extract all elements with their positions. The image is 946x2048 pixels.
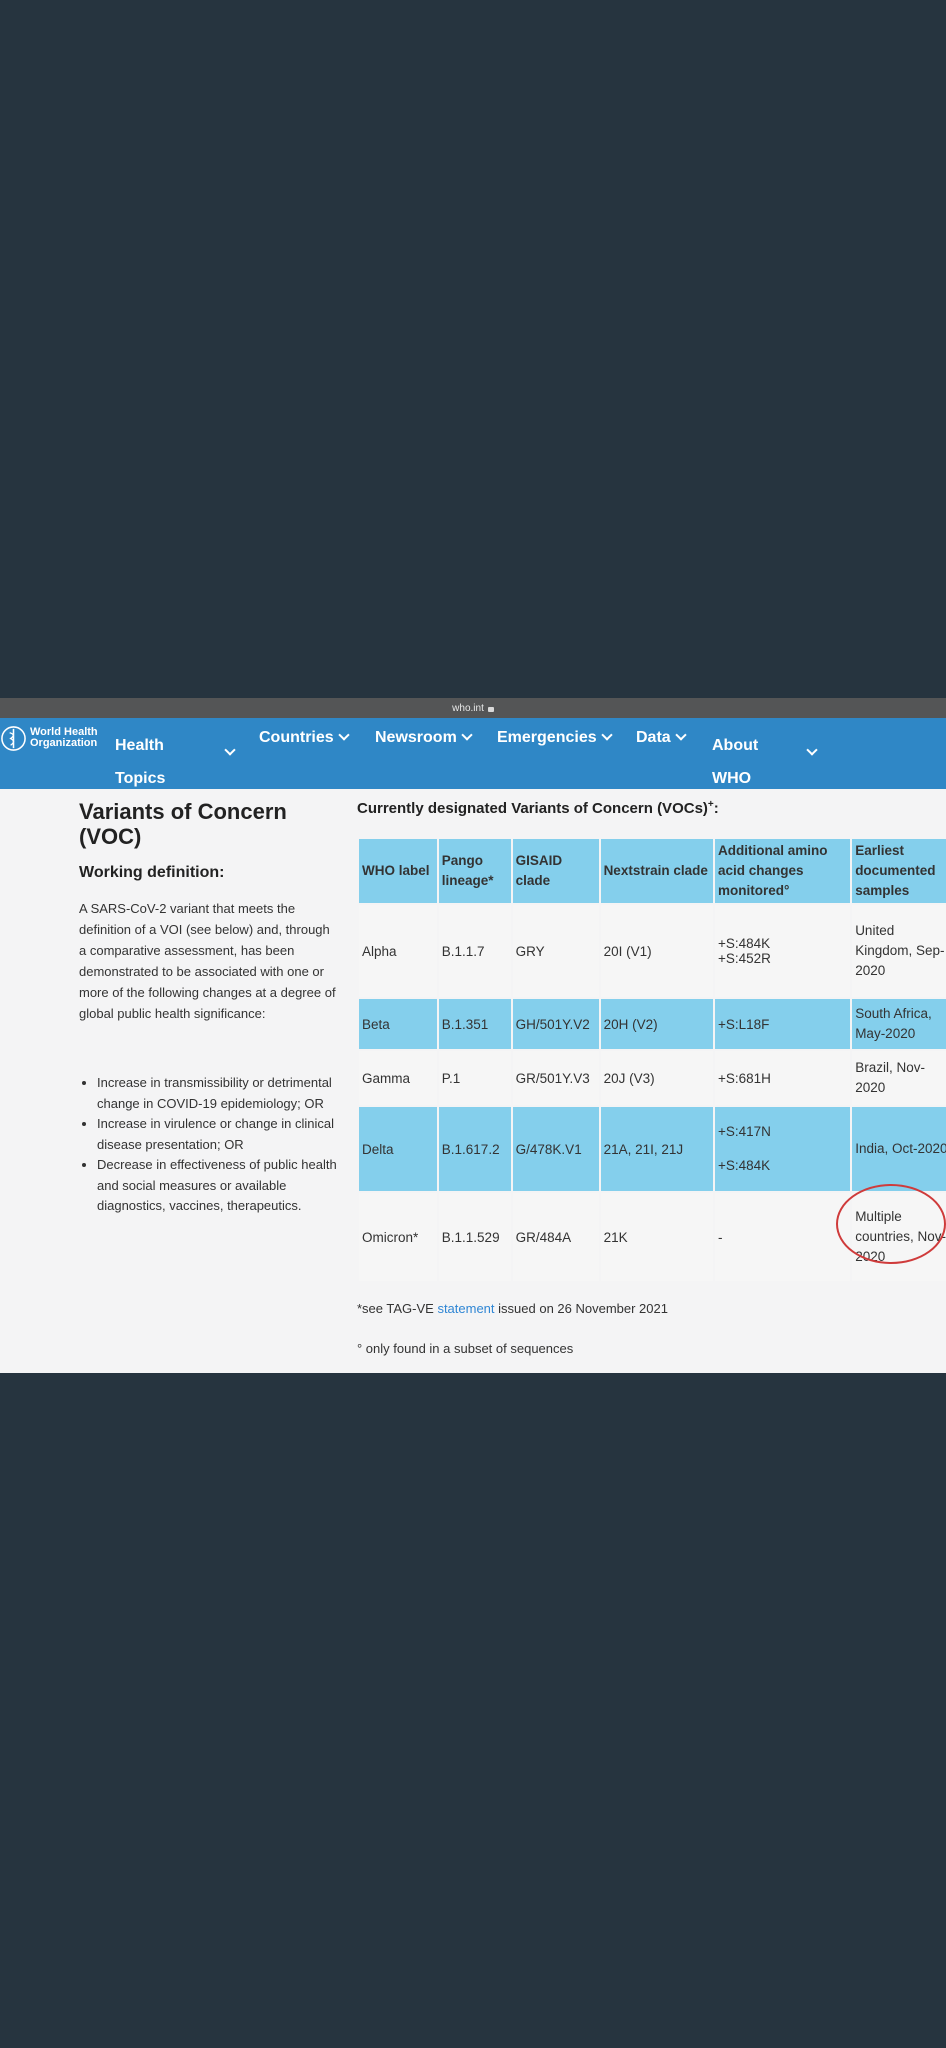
- chevron-down-icon: [224, 744, 236, 756]
- working-definition-heading: Working definition:: [79, 864, 225, 881]
- list-item: Increase in virulence or change in clini…: [97, 1114, 357, 1155]
- column-header: Additional amino acid changes monitored°: [712, 837, 853, 905]
- nav-health-topics[interactable]: Health Topics: [115, 729, 236, 795]
- chevron-down-icon: [461, 729, 473, 741]
- statement-link[interactable]: statement: [437, 1301, 494, 1316]
- lock-icon: [487, 706, 494, 712]
- nav-emergencies[interactable]: Emergencies: [497, 729, 613, 747]
- who-emblem-icon: [1, 726, 26, 751]
- column-header: Earliest documented samples: [850, 837, 946, 905]
- chevron-down-icon: [338, 729, 350, 741]
- table-header-row: WHO label Pango lineage* GISAID clade Ne…: [357, 837, 946, 905]
- list-item: Increase in transmissibility or detrimen…: [97, 1073, 357, 1114]
- section-title: Variants of Concern (VOC): [79, 799, 287, 849]
- column-header: WHO label: [357, 837, 439, 905]
- column-header: GISAID clade: [510, 837, 601, 905]
- annotation-circle: [836, 1184, 946, 1264]
- column-header: Nextstrain clade: [598, 837, 716, 905]
- chevron-down-icon: [806, 744, 818, 756]
- footnote-statement: *see TAG-VE statement issued on 26 Novem…: [357, 1301, 668, 1316]
- url-text: who.int: [452, 702, 484, 714]
- chevron-down-icon: [675, 729, 687, 741]
- list-item: Decrease in effectiveness of public heal…: [97, 1155, 357, 1217]
- logo-line-2: Organization: [30, 737, 98, 749]
- nav-data[interactable]: Data: [636, 729, 687, 747]
- screenshot-region: who.int World Health Organization Health…: [0, 698, 946, 1373]
- browser-url-bar[interactable]: who.int: [0, 698, 946, 718]
- table-row: Delta B.1.617.2 G/478K.V1 21A, 21I, 21J …: [357, 1105, 946, 1193]
- column-header: Pango lineage*: [436, 837, 513, 905]
- chevron-down-icon: [600, 729, 613, 741]
- table-row: Gamma P.1 GR/501Y.V3 20J (V3) +S:681H Br…: [357, 1049, 946, 1107]
- nav-about-who[interactable]: About WHO: [712, 729, 818, 795]
- table-row: Beta B.1.351 GH/501Y.V2 20H (V2) +S:L18F…: [357, 997, 946, 1051]
- nav-newsroom[interactable]: Newsroom: [375, 729, 473, 747]
- site-navbar: World Health Organization Health Topics …: [0, 718, 946, 789]
- who-logo[interactable]: World Health Organization: [0, 725, 98, 752]
- definition-text: A SARS-CoV-2 variant that meets the defi…: [79, 901, 336, 1021]
- nav-countries[interactable]: Countries: [259, 729, 350, 747]
- footnote-subset: ° only found in a subset of sequences: [357, 1341, 574, 1356]
- criteria-list: Increase in transmissibility or detrimen…: [79, 1073, 357, 1217]
- table-title: Currently designated Variants of Concern…: [357, 799, 719, 817]
- table-row: Alpha B.1.1.7 GRY 20I (V1) +S:484K +S:452…: [357, 903, 946, 999]
